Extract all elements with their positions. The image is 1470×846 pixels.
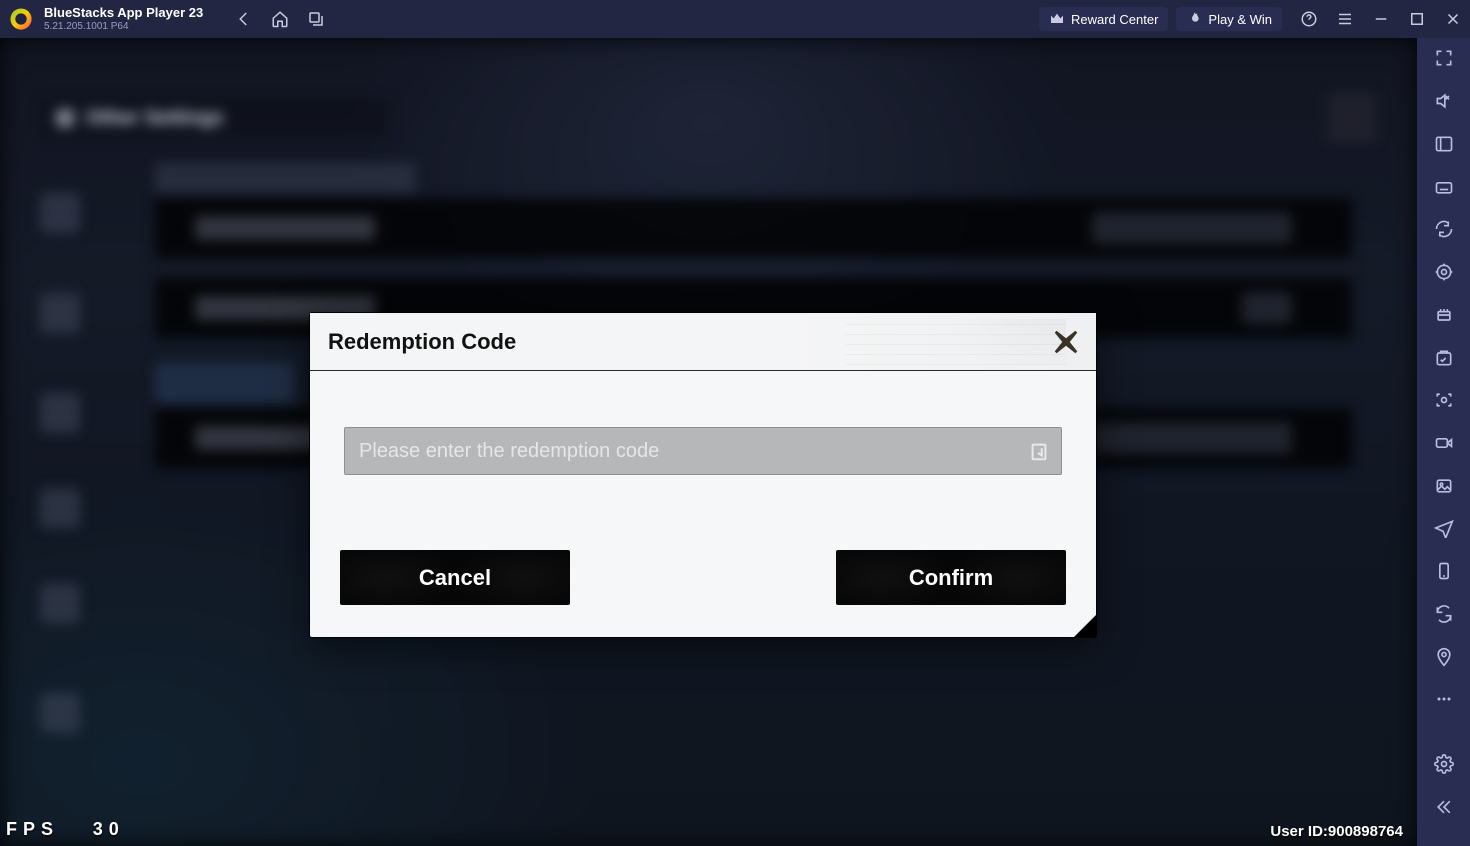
- settings-nav-icon: [40, 393, 80, 433]
- redemption-code-modal: Redemption Code Cancel Confirm: [310, 313, 1096, 637]
- fps-counter: FPS 30: [6, 819, 125, 840]
- device-icon[interactable]: [1432, 561, 1456, 582]
- target-icon[interactable]: [1432, 262, 1456, 283]
- hamburger-menu-button[interactable]: [1336, 10, 1354, 28]
- side-toolbar: [1417, 38, 1470, 846]
- more-icon[interactable]: [1432, 689, 1456, 710]
- volume-icon[interactable]: [1432, 91, 1456, 112]
- user-id-display: User ID:900898764: [1270, 823, 1403, 840]
- help-button[interactable]: [1300, 10, 1318, 28]
- confirm-button[interactable]: Confirm: [836, 550, 1066, 605]
- settings-nav-icon: [40, 693, 80, 733]
- location-icon[interactable]: [1432, 646, 1456, 667]
- play-and-win-button[interactable]: Play & Win: [1176, 7, 1282, 31]
- airplane-icon[interactable]: [1432, 518, 1456, 539]
- crown-icon: [1049, 11, 1065, 27]
- reward-center-label: Reward Center: [1071, 12, 1158, 27]
- game-viewport: Other Settings Redemption Code: [0, 38, 1417, 846]
- fullscreen-icon[interactable]: [1432, 48, 1456, 69]
- settings-title: Other Settings: [40, 98, 390, 138]
- title-block: BlueStacks App Player 23 5.21.205.1001 P…: [44, 6, 203, 31]
- screenshot-icon[interactable]: [1432, 390, 1456, 411]
- close-window-button[interactable]: [1444, 10, 1462, 28]
- reward-center-button[interactable]: Reward Center: [1039, 7, 1168, 31]
- paste-button[interactable]: [1025, 437, 1053, 465]
- bluestacks-logo-icon: [8, 6, 34, 32]
- modal-close-button[interactable]: [1050, 326, 1082, 358]
- cancel-label: Cancel: [419, 565, 491, 591]
- code-input-wrap: [344, 427, 1062, 475]
- minimize-button[interactable]: [1372, 10, 1390, 28]
- collapse-toolbar-icon[interactable]: [1432, 796, 1456, 817]
- workspace: Other Settings Redemption Code: [0, 38, 1470, 846]
- apk-icon[interactable]: [1432, 347, 1456, 368]
- titlebar: BlueStacks App Player 23 5.21.205.1001 P…: [0, 0, 1470, 38]
- settings-nav-icon: [40, 193, 80, 233]
- cancel-button[interactable]: Cancel: [340, 550, 570, 605]
- settings-nav-icon: [40, 488, 80, 528]
- redemption-code-input[interactable]: [359, 440, 1013, 463]
- image-icon[interactable]: [1432, 475, 1456, 496]
- play-win-label: Play & Win: [1208, 12, 1272, 27]
- memory-icon[interactable]: [1432, 304, 1456, 325]
- settings-gear-icon[interactable]: [1432, 754, 1456, 775]
- settings-nav-icon: [40, 583, 80, 623]
- recents-button[interactable]: [307, 10, 325, 28]
- home-button[interactable]: [271, 10, 289, 28]
- settings-row: [155, 198, 1352, 258]
- sync-icon[interactable]: [1432, 219, 1456, 240]
- confirm-label: Confirm: [909, 565, 993, 591]
- modal-title: Redemption Code: [328, 329, 516, 355]
- app-title: BlueStacks App Player 23: [44, 6, 203, 20]
- keyboard-icon[interactable]: [1432, 176, 1456, 197]
- rotate-icon[interactable]: [1432, 604, 1456, 625]
- settings-close-button-blurred: [1327, 93, 1377, 143]
- settings-section-label: [155, 163, 415, 193]
- back-button[interactable]: [235, 10, 253, 28]
- maximize-button[interactable]: [1408, 10, 1426, 28]
- modal-header: Redemption Code: [310, 313, 1096, 371]
- fire-icon: [1186, 11, 1202, 27]
- app-version: 5.21.205.1001 P64: [44, 21, 203, 32]
- settings-nav-icon: [40, 293, 80, 333]
- record-icon[interactable]: [1432, 433, 1456, 454]
- modal-corner-decoration: [1074, 615, 1096, 637]
- keymap-icon[interactable]: [1432, 133, 1456, 154]
